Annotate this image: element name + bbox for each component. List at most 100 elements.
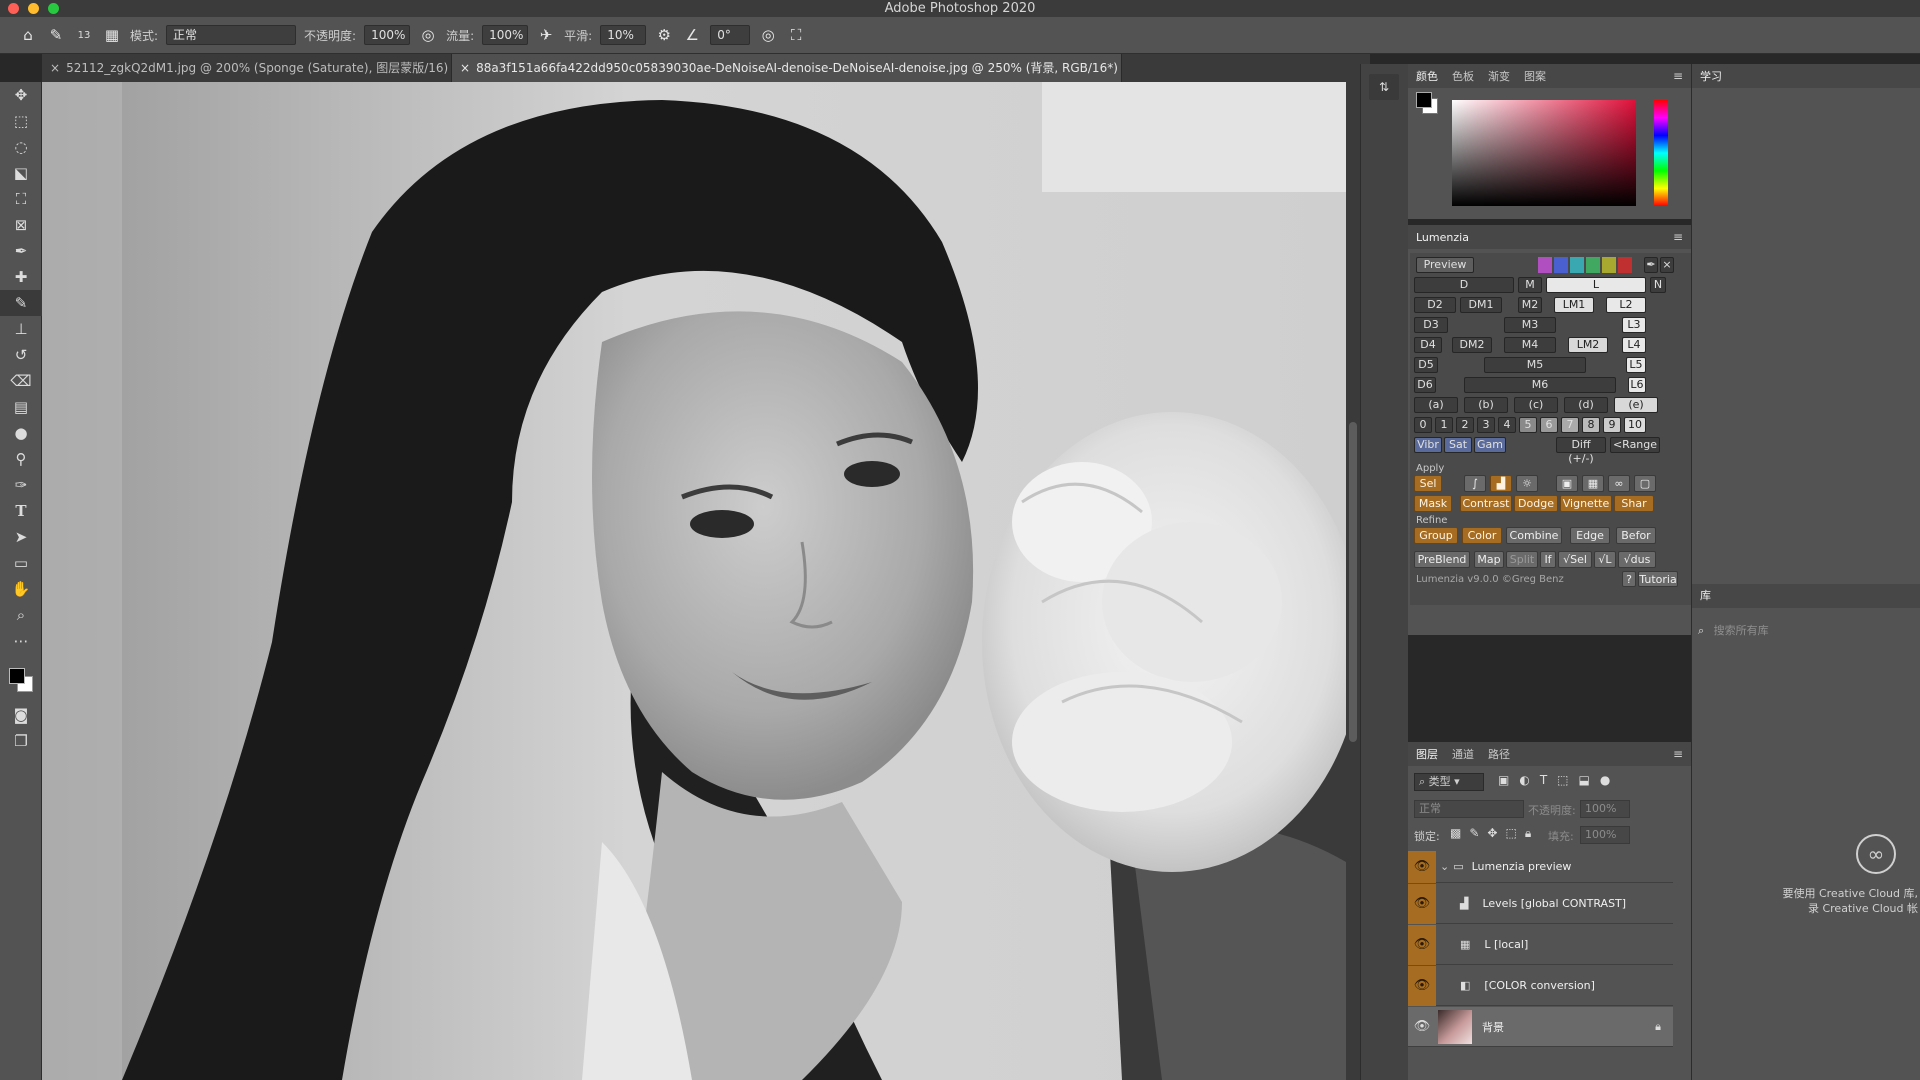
group-button[interactable]: Group — [1414, 527, 1458, 544]
preblend-button[interactable]: PreBlend — [1414, 551, 1470, 568]
number-button[interactable]: 4 — [1498, 417, 1516, 433]
gradient-tool-icon[interactable]: ▤ — [0, 394, 42, 420]
sel-button[interactable]: Sel — [1414, 475, 1442, 492]
visibility-eye-icon[interactable]: 👁︎ — [1408, 965, 1436, 1006]
eyedropper-icon[interactable]: ✒ — [1644, 257, 1658, 273]
mask-button[interactable]: Mask — [1414, 495, 1452, 512]
zone-letter-button[interactable]: (c) — [1514, 397, 1558, 413]
zoom-tool-icon[interactable]: ⌕ — [0, 602, 42, 628]
pen-tool-icon[interactable]: ✑ — [0, 472, 42, 498]
smoothing-field[interactable]: 10% — [600, 25, 647, 45]
zone-button[interactable]: D6 — [1414, 377, 1436, 393]
layer-row-bw[interactable]: 👁︎ ◧ [COLOR conversion] — [1408, 965, 1673, 1006]
zone-button[interactable]: M3 — [1504, 317, 1556, 333]
close-icon[interactable]: × — [1660, 257, 1674, 273]
check-l-button[interactable]: √L — [1594, 551, 1616, 568]
zone-button[interactable]: M2 — [1518, 297, 1542, 313]
zone-letter-button[interactable]: (e) — [1614, 397, 1658, 413]
contrast-button[interactable]: Contrast — [1460, 495, 1512, 512]
lock-pixels-icon[interactable]: ✎ — [1469, 826, 1479, 841]
number-button[interactable]: 0 — [1414, 417, 1432, 433]
panel-menu-icon[interactable]: ≡ — [1673, 747, 1683, 761]
visibility-eye-icon[interactable]: 👁︎ — [1408, 924, 1436, 965]
lock-artboard-icon[interactable]: ⬚ — [1505, 826, 1516, 841]
swatch-purple[interactable] — [1538, 257, 1552, 273]
fill-field[interactable]: 100% — [1580, 826, 1630, 844]
zone-button[interactable]: LM2 — [1568, 337, 1608, 353]
canvas-scrollbar[interactable] — [1346, 82, 1360, 1080]
minimize-window-button[interactable] — [28, 3, 39, 14]
zone-button[interactable]: D — [1414, 277, 1514, 293]
lock-transparency-icon[interactable]: ▩ — [1450, 826, 1461, 841]
tutorial-button[interactable]: Tutoria — [1638, 571, 1678, 587]
zone-button[interactable]: D4 — [1414, 337, 1442, 353]
zone-button[interactable]: M4 — [1504, 337, 1556, 353]
zone-button[interactable]: M — [1518, 277, 1542, 293]
close-tab-icon[interactable]: × — [50, 61, 60, 75]
gear-icon[interactable]: ⚙ — [654, 25, 674, 45]
more-tools-icon[interactable]: ⋯ — [0, 628, 42, 654]
close-window-button[interactable] — [8, 3, 19, 14]
maximize-window-button[interactable] — [48, 3, 59, 14]
zone-button[interactable]: L6 — [1628, 377, 1646, 393]
layer-name[interactable]: L [local] — [1484, 938, 1528, 951]
brush-preset-icon[interactable]: ✎ — [46, 25, 66, 45]
layer-row-background[interactable]: 👁︎ 背景 🔒︎ — [1408, 1007, 1673, 1047]
zone-button[interactable]: L — [1546, 277, 1646, 293]
flow-field[interactable]: 100% — [482, 25, 529, 45]
color-button[interactable]: Color — [1462, 527, 1502, 544]
type-filter-icon[interactable]: T — [1540, 773, 1547, 787]
swatch-blue[interactable] — [1554, 257, 1568, 273]
brush-settings-icon[interactable]: ▦ — [102, 25, 122, 45]
zone-button[interactable]: L2 — [1606, 297, 1646, 313]
hand-tool-icon[interactable]: ✋ — [0, 576, 42, 602]
color-swatches[interactable] — [0, 654, 41, 702]
symmetry-icon[interactable]: ⛶ — [786, 25, 806, 45]
fg-swatch[interactable] — [1416, 92, 1432, 108]
layer-row-levels[interactable]: 👁︎ ▟ Levels [global CONTRAST] — [1408, 883, 1673, 924]
library-search[interactable]: ⌕ 搜索所有库 — [1698, 620, 1915, 642]
zone-button[interactable]: LM1 — [1554, 297, 1594, 313]
layer-opacity-field[interactable]: 100% — [1580, 800, 1630, 818]
number-button[interactable]: 7 — [1561, 417, 1579, 433]
levels-icon[interactable]: ▟ — [1490, 475, 1512, 492]
library-search-input[interactable]: 搜索所有库 — [1714, 624, 1769, 637]
number-button[interactable]: 3 — [1477, 417, 1495, 433]
preview-select[interactable]: Preview — [1416, 257, 1474, 273]
tab-patterns[interactable]: 图案 — [1524, 68, 1546, 84]
number-button[interactable]: 9 — [1603, 417, 1621, 433]
zone-letter-button[interactable]: (b) — [1464, 397, 1508, 413]
swatch-cyan[interactable] — [1570, 257, 1584, 273]
visibility-eye-icon[interactable]: 👁︎ — [1408, 1007, 1436, 1047]
zone-button[interactable]: D3 — [1414, 317, 1448, 333]
zone-button[interactable]: M5 — [1484, 357, 1586, 373]
tab-document-2[interactable]: × 88a3f151a66fa422dd950c05839030ae-DeNois… — [452, 54, 1122, 82]
lumenzia-title[interactable]: Lumenzia — [1416, 231, 1469, 244]
split-button[interactable]: Split — [1506, 551, 1538, 568]
opacity-field[interactable]: 100% — [364, 25, 411, 45]
foreground-color-swatch[interactable] — [9, 668, 25, 684]
number-button[interactable]: 8 — [1582, 417, 1600, 433]
combine-button[interactable]: Combine — [1506, 527, 1562, 544]
tab-library[interactable]: 库 — [1692, 584, 1920, 608]
check-sel-button[interactable]: √Sel — [1558, 551, 1592, 568]
tab-color[interactable]: 颜色 — [1416, 68, 1438, 84]
swatch-red[interactable] — [1618, 257, 1632, 273]
if-button[interactable]: If — [1540, 551, 1556, 568]
tab-learn[interactable]: 学习 — [1700, 68, 1722, 84]
rectangle-tool-icon[interactable]: ▭ — [0, 550, 42, 576]
zone-letter-button[interactable]: (d) — [1564, 397, 1608, 413]
sharpen-button[interactable]: Shar — [1614, 495, 1654, 512]
map-button[interactable]: Map — [1474, 551, 1504, 568]
airbrush-icon[interactable]: ✈ — [536, 25, 556, 45]
document-canvas[interactable] — [42, 82, 1346, 1080]
layer-name[interactable]: 背景 — [1482, 1019, 1504, 1035]
before-button[interactable]: Befor — [1616, 527, 1656, 544]
chevron-down-icon[interactable]: ⌄ — [1440, 860, 1449, 873]
layer-row-curves[interactable]: 👁︎ ▦ L [local] — [1408, 924, 1673, 965]
pressure-size-icon[interactable]: ◎ — [758, 25, 778, 45]
saturation-button[interactable]: Sat — [1444, 437, 1472, 453]
layer-name[interactable]: [COLOR conversion] — [1484, 979, 1595, 992]
object-select-tool-icon[interactable]: ⬕ — [0, 160, 42, 186]
dodge-button[interactable]: Dodge — [1514, 495, 1558, 512]
